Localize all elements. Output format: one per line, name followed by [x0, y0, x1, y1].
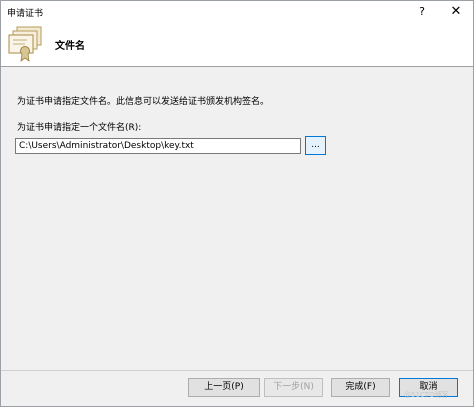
window-title: 申请证书 — [7, 9, 44, 19]
title-bar: 申请证书 ? ✕ — [1, 1, 473, 23]
finish-button[interactable]: 完成(F) — [331, 378, 390, 397]
request-certificate-dialog: 申请证书 ? ✕ 文件名 为证书申请指定文件名。此信息可以发送给证书颁发机构签名… — [0, 0, 474, 407]
content-area: 为证书申请指定文件名。此信息可以发送给证书颁发机构签名。 为证书申请指定一个文件… — [1, 67, 473, 370]
watermark: @51CTO博客 — [404, 391, 449, 399]
button-bar: 上一页(P) 下一步(N) 完成(F) 取消 — [1, 371, 473, 406]
page-title: 文件名 — [55, 41, 85, 52]
filename-input[interactable] — [15, 138, 301, 154]
help-button[interactable]: ? — [405, 1, 439, 23]
next-button[interactable]: 下一步(N) — [264, 378, 323, 397]
close-button[interactable]: ✕ — [439, 1, 473, 23]
previous-button[interactable]: 上一页(P) — [188, 378, 260, 397]
certificate-icon — [5, 25, 45, 63]
description-text: 为证书申请指定文件名。此信息可以发送给证书颁发机构签名。 — [17, 97, 270, 107]
wizard-header: 文件名 — [1, 23, 473, 66]
filename-label: 为证书申请指定一个文件名(R): — [17, 123, 142, 133]
browse-button[interactable]: ... — [305, 136, 326, 155]
